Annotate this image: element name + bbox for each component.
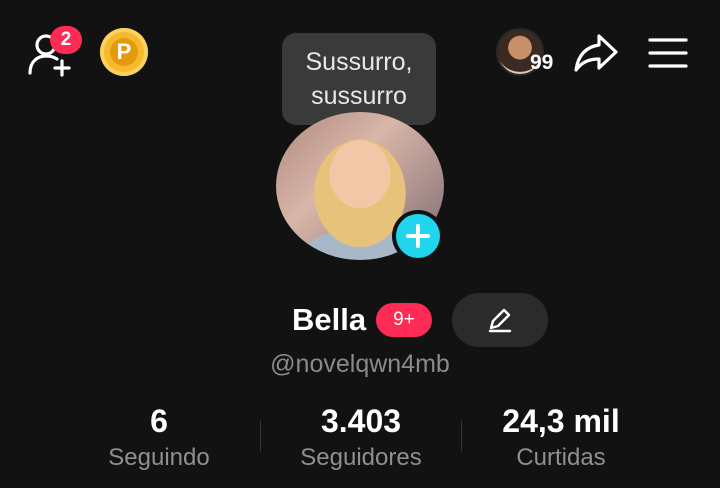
followers-stat[interactable]: 3.403 Seguidores xyxy=(261,402,461,472)
following-label: Seguindo xyxy=(108,444,210,471)
likes-label: Curtidas xyxy=(516,444,606,471)
following-count: 6 xyxy=(150,403,168,439)
following-stat[interactable]: 6 Seguindo xyxy=(59,402,259,472)
followers-count: 3.403 xyxy=(320,403,402,439)
avatar-add-button[interactable] xyxy=(392,210,444,262)
tooltip-line-2: sussurro xyxy=(311,82,407,110)
followers-label: Seguidores xyxy=(300,444,422,471)
plus-icon xyxy=(406,224,430,248)
coin-icon: P xyxy=(110,38,138,66)
likes-count: 24,3 mil xyxy=(502,403,620,439)
share-button[interactable] xyxy=(572,30,620,76)
profile-handle: @novelqwn4mb xyxy=(270,350,450,378)
hamburger-menu-icon xyxy=(648,38,688,68)
share-icon xyxy=(574,34,618,72)
profile-visitors-count: 99 xyxy=(530,51,554,74)
tooltip-line-1: Sussurro, xyxy=(305,48,413,76)
edit-profile-button[interactable] xyxy=(452,293,548,347)
profile-name: Bella xyxy=(292,302,367,337)
friend-requests-badge: 2 xyxy=(50,26,82,54)
pencil-icon xyxy=(488,308,512,333)
menu-button[interactable] xyxy=(646,34,690,72)
coin-button[interactable]: P xyxy=(100,28,148,76)
likes-stat[interactable]: 24,3 mil Curtidas xyxy=(461,402,661,472)
name-notification-badge[interactable]: 9+ xyxy=(376,303,432,337)
